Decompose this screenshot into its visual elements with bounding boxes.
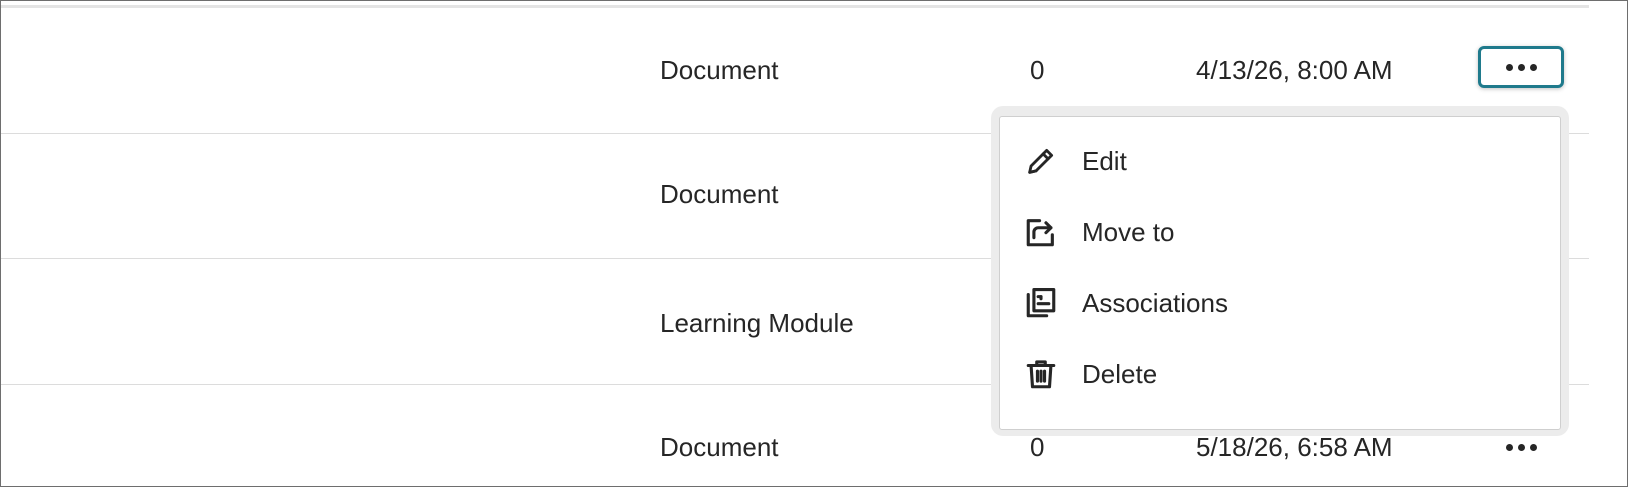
more-horizontal-icon xyxy=(1505,443,1513,451)
row-type: Document xyxy=(660,179,779,209)
pencil-icon xyxy=(1024,144,1058,178)
associations-icon xyxy=(1024,286,1058,320)
more-horizontal-icon-dot xyxy=(1529,63,1537,71)
row-date: 4/13/26, 8:00 AM xyxy=(1196,55,1393,85)
menu-item-move-to[interactable]: Move to xyxy=(1000,196,1560,268)
row-type: Learning Module xyxy=(660,308,854,338)
menu-item-associations[interactable]: Associations xyxy=(1000,267,1560,339)
table-top-rule xyxy=(1,5,1589,8)
more-horizontal-icon-dot xyxy=(1517,63,1525,71)
row-type: Document xyxy=(660,432,779,462)
menu-item-label: Edit xyxy=(1082,146,1127,176)
menu-item-label: Delete xyxy=(1082,359,1158,389)
row-count: 0 xyxy=(1030,55,1045,85)
menu-item-delete[interactable]: Delete xyxy=(1000,338,1560,410)
more-horizontal-icon xyxy=(1505,63,1513,71)
menu-item-label: Associations xyxy=(1082,288,1228,318)
menu-item-edit[interactable]: Edit xyxy=(1000,125,1560,197)
more-horizontal-icon-dot xyxy=(1529,443,1537,451)
move-to-icon xyxy=(1024,215,1058,249)
row-more-button[interactable] xyxy=(1478,46,1564,88)
row-type: Document xyxy=(660,55,779,85)
content-table: Document 0 4/13/26, 8:00 AM Document Lea… xyxy=(0,0,1628,487)
row-actions-menu: Edit Move to Associations Delete xyxy=(999,116,1561,430)
menu-item-label: Move to xyxy=(1082,217,1175,247)
trash-icon xyxy=(1024,357,1058,391)
more-horizontal-icon-dot xyxy=(1517,443,1525,451)
